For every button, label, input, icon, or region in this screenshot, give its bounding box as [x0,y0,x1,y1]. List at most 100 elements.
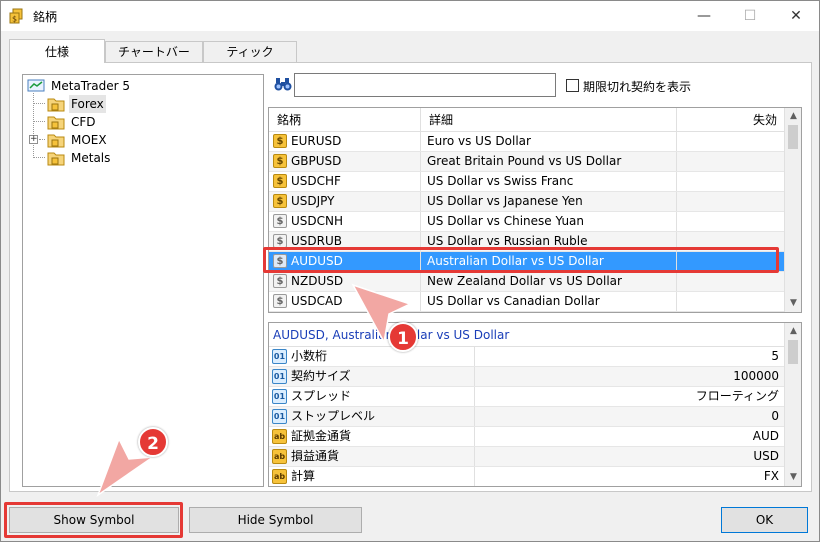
close-button[interactable]: ✕ [773,1,819,31]
property-row[interactable]: 01 契約サイズ 100000 [269,367,785,387]
scroll-up-arrow-icon[interactable]: ▲ [785,323,801,340]
active-symbol-icon: $ [273,174,287,188]
table-row[interactable]: $ USDCAD US Dollar vs Canadian Dollar [269,292,785,312]
numeric-property-icon: 01 [272,369,287,384]
symbol-properties-table: AUDUSD, Australian Dollar vs US Dollar 0… [268,322,802,487]
property-name: 計算 [289,467,475,486]
numeric-property-icon: 01 [272,389,287,404]
tab-chart-bars[interactable]: チャートバー [105,41,203,63]
symbols-dialog-icon: $ [9,8,23,24]
symbol-search-input[interactable] [294,73,556,97]
active-symbol-icon: $ [273,134,287,148]
scroll-up-arrow-icon[interactable]: ▲ [785,108,801,125]
property-name: ストップレベル [289,407,475,426]
table-row[interactable]: $ USDCNH US Dollar vs Chinese Yuan [269,212,785,232]
ok-button[interactable]: OK [721,507,808,533]
property-row[interactable]: ab 証拠金通貨 AUD [269,427,785,447]
property-value: 0 [771,409,779,423]
property-row[interactable]: 01 小数桁 5 [269,347,785,367]
expiry-cell [677,292,785,311]
expiry-cell [677,272,785,291]
property-value: 5 [771,349,779,363]
tree-guide-line [33,103,45,104]
property-value: フローティング [695,389,779,403]
numeric-property-icon: 01 [272,349,287,364]
symbol-cell: NZDUSD [289,272,421,291]
active-symbol-icon: $ [273,154,287,168]
symbol-cell: USDCNH [289,212,421,231]
expiry-cell [677,192,785,211]
text-property-icon: ab [272,449,287,464]
table-row[interactable]: $ NZDUSD New Zealand Dollar vs US Dollar [269,272,785,292]
tab-panel: MetaTrader 5 Forex CFD + MOEX Metals 期限切… [9,62,812,492]
text-property-icon: ab [272,429,287,444]
tree-guide-line [39,139,45,140]
description-cell: Great Britain Pound vs US Dollar [421,152,677,171]
symbol-group-tree[interactable]: MetaTrader 5 Forex CFD + MOEX Metals [22,74,264,487]
tree-root-label: MetaTrader 5 [51,79,131,93]
column-header-description[interactable]: 詳細 [421,108,677,132]
title-bar: $ 銘柄 — ☐ ✕ [1,1,819,31]
property-name: 損益通貨 [289,447,475,466]
column-header-expiry[interactable]: 失効 [677,108,785,132]
step-marker-2: 2 [138,427,168,457]
window-title: 銘柄 [33,10,58,24]
symbols-table-header: 銘柄 詳細 失効 [269,108,785,132]
scrollbar-thumb[interactable] [788,340,798,364]
tree-item-label: Metals [71,151,111,165]
inactive-symbol-icon: $ [273,294,287,308]
minimize-button[interactable]: — [681,1,727,31]
properties-title: AUDUSD, Australian Dollar vs US Dollar [269,323,785,347]
symbol-cell: USDJPY [289,192,421,211]
symbols-table: 銘柄 詳細 失効 $ EURUSD Euro vs US Dollar $ GBPUSD… [268,107,802,313]
tree-guide-line [33,121,45,122]
description-cell: Euro vs US Dollar [421,132,677,151]
expiry-cell [677,152,785,171]
property-name: 小数桁 [289,347,475,366]
table-row[interactable]: $ EURUSD Euro vs US Dollar [269,132,785,152]
tab-ticks[interactable]: ティック [203,41,297,63]
table-row[interactable]: $ GBPUSD Great Britain Pound vs US Dollar [269,152,785,172]
scrollbar-thumb[interactable] [788,125,798,149]
show-symbol-highlight [4,502,183,538]
active-symbol-icon: $ [273,194,287,208]
properties-scrollbar[interactable]: ▲ ▼ [784,323,801,486]
hide-symbol-button[interactable]: Hide Symbol [189,507,362,533]
property-name: 契約サイズ [289,367,475,386]
show-expired-label: 期限切れ契約を表示 [583,80,692,94]
property-value: AUD [752,429,779,443]
folder-icon [47,134,65,148]
description-cell: US Dollar vs Japanese Yen [421,192,677,211]
property-row[interactable]: ab 損益通貨 USD [269,447,785,467]
property-value: FX [763,469,779,483]
folder-icon [47,116,65,130]
tree-item-label: Forex [69,95,106,113]
inactive-symbol-icon: $ [273,234,287,248]
numeric-property-icon: 01 [272,409,287,424]
property-name: スプレッド [289,387,475,406]
property-row[interactable]: 01 スプレッド フローティング [269,387,785,407]
expand-toggle-moex[interactable]: + [29,135,38,144]
property-value: USD [753,449,779,463]
maximize-button[interactable]: ☐ [727,1,773,31]
show-expired-checkbox[interactable] [566,79,579,92]
symbol-cell: GBPUSD [289,152,421,171]
symbols-scrollbar[interactable]: ▲ ▼ [784,108,801,312]
platform-icon [27,79,45,92]
scroll-down-arrow-icon[interactable]: ▼ [785,295,801,312]
symbol-cell: EURUSD [289,132,421,151]
table-row[interactable]: $ USDCHF US Dollar vs Swiss Franc [269,172,785,192]
property-row[interactable]: 01 ストップレベル 0 [269,407,785,427]
scroll-down-arrow-icon[interactable]: ▼ [785,469,801,486]
property-row[interactable]: ab 計算 FX [269,467,785,486]
table-row[interactable]: $ USDJPY US Dollar vs Japanese Yen [269,192,785,212]
binoculars-search-icon[interactable] [274,76,292,92]
property-value: 100000 [733,369,779,383]
expiry-cell [677,172,785,191]
selected-row-highlight [263,247,779,273]
folder-icon [47,152,65,166]
tab-specification[interactable]: 仕様 [9,39,105,63]
symbol-cell: USDCHF [289,172,421,191]
column-header-symbol[interactable]: 銘柄 [269,108,421,132]
folder-icon [47,98,65,112]
